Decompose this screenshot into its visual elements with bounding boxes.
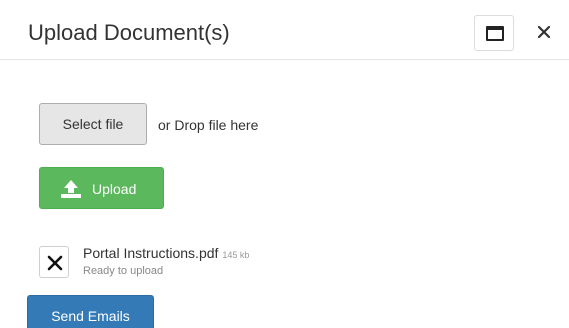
upload-icon [61,180,81,198]
remove-file-button[interactable] [39,246,69,278]
dialog-header: Upload Document(s) [0,0,569,60]
select-file-button[interactable]: Select file [39,103,147,145]
maximize-button[interactable] [474,15,514,51]
file-size: 145 kb [222,250,250,260]
close-icon [47,255,63,271]
dialog-title: Upload Document(s) [28,20,230,45]
upload-button[interactable]: Upload [39,167,164,209]
upload-button-label: Upload [92,181,137,197]
upload-dialog: Upload Document(s) Select file or Drop f… [0,0,569,328]
file-list-item: Portal Instructions.pdf 145 kb Ready to u… [39,242,439,282]
file-name: Portal Instructions.pdf 145 kb [83,244,249,264]
file-status: Ready to upload [83,265,164,277]
close-icon [537,25,551,39]
send-emails-button[interactable]: Send Emails [27,295,154,328]
window-maximize-icon [486,26,504,41]
file-name-text: Portal Instructions.pdf [83,245,219,261]
close-button[interactable] [530,18,558,46]
drop-zone-text[interactable]: or Drop file here [158,116,258,134]
